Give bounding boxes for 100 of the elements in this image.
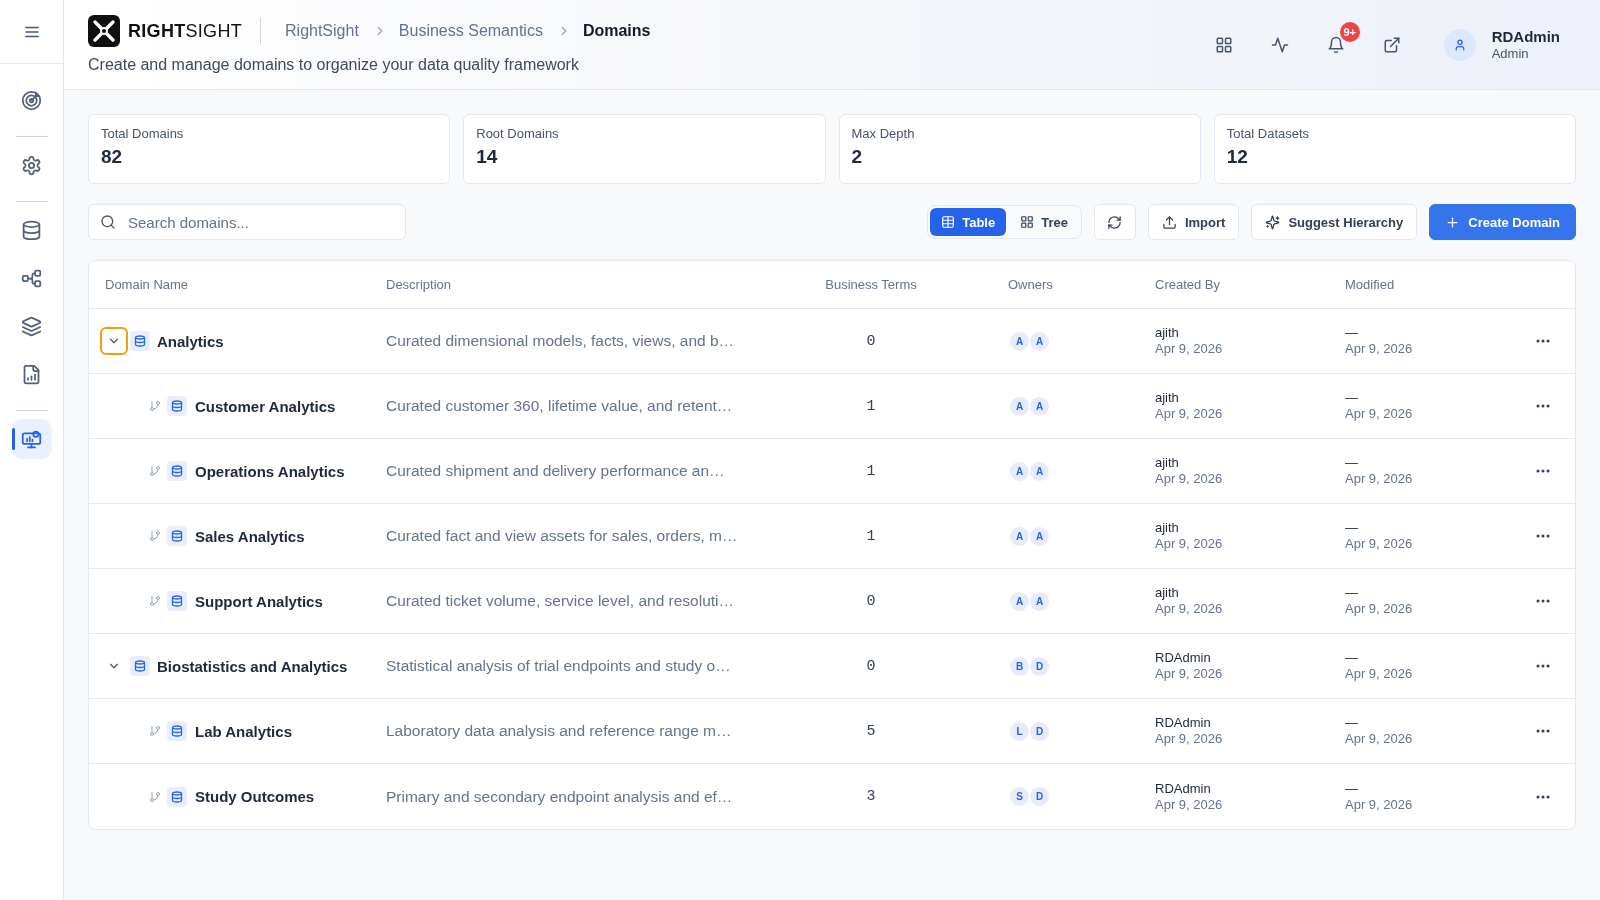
view-tab[interactable]: Table [930, 208, 1007, 236]
business-terms-count: 1 [866, 397, 876, 415]
user-name: RDAdmin [1491, 27, 1560, 46]
domain-description: Curated shipment and delivery performance an… [386, 462, 725, 480]
activity-icon[interactable] [1270, 35, 1289, 54]
domain-description: Statistical analysis of trial endpoints and study o… [386, 657, 731, 675]
domain-description: Curated fact and view assets for sales, orders, m… [386, 527, 738, 545]
column-header[interactable]: Description [386, 277, 452, 292]
more-icon[interactable] [1536, 729, 1550, 733]
branch-icon [149, 725, 161, 737]
refresh-icon [1107, 214, 1123, 230]
more-icon[interactable] [1536, 794, 1550, 799]
domain-name[interactable]: Study Outcomes [195, 788, 315, 805]
domain-description: Primary and secondary endpoint analysis and ef… [386, 787, 733, 806]
column-header[interactable]: Created By [1155, 277, 1221, 292]
owner-avatar: A [1030, 591, 1049, 611]
modifier-name: — [1345, 650, 1358, 666]
database-icon [130, 656, 150, 676]
logo-icon [88, 15, 120, 47]
modified-date: Apr 9, 2026 [1345, 536, 1413, 552]
owner-avatar: A [1010, 461, 1029, 481]
external-link-icon[interactable] [1382, 35, 1401, 54]
domain-name[interactable]: Operations Analytics [195, 462, 345, 480]
more-icon[interactable] [1536, 534, 1550, 538]
more-icon[interactable] [1536, 404, 1550, 408]
branch-icon [149, 790, 161, 803]
business-terms-count: 1 [866, 462, 876, 480]
owner-avatar: A [1010, 331, 1029, 351]
database-icon [167, 526, 187, 546]
business-terms-count: 0 [866, 332, 876, 350]
settings-icon [21, 154, 42, 176]
expand-toggle[interactable] [100, 327, 128, 355]
modified-date: Apr 9, 2026 [1345, 601, 1413, 617]
business-terms-count: 3 [866, 788, 876, 805]
creator-name: RDAdmin [1155, 780, 1211, 797]
created-date: Apr 9, 2026 [1155, 731, 1223, 747]
search-field[interactable]: Search domains... [88, 204, 406, 240]
column-header[interactable]: Domain Name [105, 277, 189, 292]
column-header[interactable]: Modified [1345, 277, 1395, 292]
more-icon[interactable] [1536, 469, 1550, 473]
modifier-name: — [1345, 780, 1358, 797]
bell-icon[interactable] [1326, 35, 1345, 54]
domain-name[interactable]: Customer Analytics [195, 397, 336, 415]
stat-value: 14 [476, 145, 498, 169]
breadcrumb-item[interactable]: Business Semantics [398, 22, 543, 40]
create-domain-button[interactable]: Create Domain [1429, 204, 1576, 240]
view-tab[interactable]: Tree [1009, 208, 1079, 236]
breadcrumb-item[interactable]: RightSight [285, 22, 359, 40]
suggest-hierarchy-button[interactable]: Suggest Hierarchy [1251, 204, 1418, 240]
import-button[interactable]: Import [1147, 204, 1240, 240]
domain-description: Curated ticket volume, service level, and resoluti… [386, 592, 735, 610]
owner-avatar: L [1010, 721, 1029, 741]
created-date: Apr 9, 2026 [1155, 536, 1223, 552]
refresh-button[interactable] [1093, 204, 1136, 240]
stat-label: Total Datasets [1226, 126, 1310, 142]
creator-name: ajith [1155, 585, 1179, 601]
creator-name: ajith [1155, 390, 1179, 406]
modifier-name: — [1345, 715, 1358, 731]
domain-name[interactable]: Analytics [157, 332, 224, 350]
more-icon[interactable] [1536, 599, 1550, 603]
branch-icon [149, 400, 161, 412]
modifier-name: — [1345, 520, 1358, 536]
stat-label: Root Domains [476, 126, 559, 142]
column-header[interactable]: Business Terms [825, 277, 917, 292]
logo-wordmark: RIGHTSIGHT [128, 20, 242, 42]
table-icon [941, 215, 956, 229]
owner-avatar: A [1010, 526, 1029, 546]
more-icon[interactable] [1536, 664, 1550, 668]
page-subtitle: Create and manage domains to organize your data quality framework [88, 55, 580, 75]
breadcrumb-item[interactable]: Domains [582, 22, 651, 40]
domain-description: Curated dimensional models, facts, views, and b… [386, 332, 735, 350]
database-icon [167, 396, 187, 416]
grid-icon[interactable] [1214, 35, 1233, 54]
column-header[interactable]: Owners [1008, 277, 1053, 292]
business-terms-count: 0 [866, 592, 876, 610]
user-role: Admin [1491, 45, 1529, 62]
layers-icon [21, 315, 42, 337]
database-icon [21, 219, 42, 241]
stat-label: Max Depth [851, 126, 915, 142]
business-terms-count: 0 [866, 657, 876, 675]
more-icon[interactable] [1536, 339, 1550, 343]
domain-description: Curated customer 360, lifetime value, and retent… [386, 397, 733, 415]
database-icon [167, 721, 187, 741]
database-icon [167, 786, 187, 807]
modified-date: Apr 9, 2026 [1345, 731, 1413, 747]
owner-avatar: D [1030, 787, 1049, 806]
sidebar-item[interactable] [11, 419, 52, 459]
domain-name[interactable]: Biostatistics and Analytics [157, 657, 348, 675]
domain-name[interactable]: Support Analytics [195, 592, 323, 610]
stat-value: 82 [101, 145, 123, 169]
owner-avatar: A [1030, 331, 1049, 351]
search-icon [100, 214, 116, 230]
hierarchy-icon [21, 267, 42, 289]
user-avatar[interactable] [1443, 28, 1476, 61]
modified-date: Apr 9, 2026 [1345, 471, 1413, 487]
domain-name[interactable]: Sales Analytics [195, 527, 305, 545]
business-terms-count: 5 [866, 722, 876, 740]
domain-name[interactable]: Lab Analytics [195, 722, 292, 740]
modifier-name: — [1345, 390, 1358, 406]
branch-icon [149, 595, 161, 607]
